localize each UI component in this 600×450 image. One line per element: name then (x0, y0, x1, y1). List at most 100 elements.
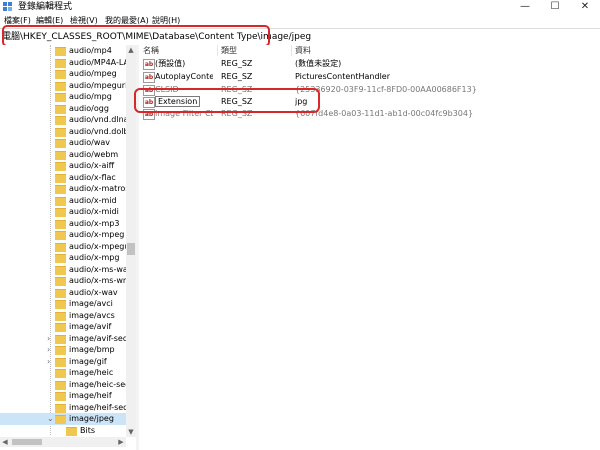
tree-item-label: image/avif (69, 322, 112, 331)
tree-item-label: audio/vnd.dlna (69, 115, 129, 124)
folder-icon (55, 162, 66, 171)
tree-item-audio-x-mpg[interactable]: audio/x-mpg (0, 252, 126, 264)
column-divider[interactable] (217, 45, 218, 56)
tree-item-label: image/heic (69, 368, 114, 377)
tree-item-audio-mpeg[interactable]: audio/mpeg (0, 68, 126, 80)
tree-item-audio-x-ms-wax[interactable]: audio/x-ms-wa (0, 264, 128, 276)
folder-icon (55, 334, 66, 344)
tree-item-audio-x-matroska[interactable]: audio/x-matros (0, 183, 130, 195)
scroll-left-arrow-icon[interactable]: ◀ (0, 437, 10, 447)
folder-icon (55, 196, 66, 206)
folder-icon (55, 173, 66, 183)
folder-icon (55, 415, 66, 424)
minimize-button[interactable]: — (510, 0, 540, 14)
tree-item-label: audio/x-ms-wa (69, 264, 128, 274)
folder-icon (55, 242, 66, 252)
tree-horizontal-scrollbar[interactable]: ◀ ▶ (0, 437, 126, 447)
tree-item-label: audio/x-flac (69, 172, 116, 182)
tree-item-label: audio/x-mpeg (69, 230, 125, 239)
tree-item-label: audio/mpg (69, 92, 112, 101)
tree-item-audio-wav[interactable]: audio/wav (0, 137, 126, 149)
tree-item-image-avcs[interactable]: image/avcs (0, 310, 126, 322)
tree-item-image-avci[interactable]: image/avci (0, 298, 126, 310)
expand-chevron-icon[interactable]: › (47, 344, 50, 356)
tree-item-label: audio/x-mpegu (69, 241, 130, 251)
tree-item-image-heic[interactable]: image/heic (0, 367, 126, 379)
registry-editor-icon (3, 2, 12, 11)
tree-item-audio-x-mid[interactable]: audio/x-mid (0, 195, 126, 207)
tree-item-audio-x-mpegurl[interactable]: audio/x-mpegu (0, 241, 130, 253)
folder-icon (55, 47, 66, 56)
column-header-name[interactable]: 名稱 (143, 45, 159, 56)
tree-item-audio-x-flac[interactable]: audio/x-flac (0, 172, 126, 184)
scroll-thumb[interactable] (127, 243, 135, 255)
folder-icon (55, 58, 66, 68)
tree-item-label: audio/x-mpg (69, 253, 120, 262)
value-row-autoplay[interactable]: ab AutoplayConte... REG_SZ PicturesConte… (139, 71, 600, 83)
close-button[interactable]: ✕ (570, 0, 600, 14)
tree-item-label: audio/x-matros (69, 184, 130, 193)
folder-icon (55, 311, 66, 321)
tree-item-audio-mp4a-latm[interactable]: audio/MP4A-LA (0, 57, 129, 69)
tree-item-label: audio/mp4 (69, 46, 112, 55)
tree-item-audio-mpegurl[interactable]: audio/mpegurl (0, 80, 127, 92)
value-name: AutoplayConte... (155, 72, 213, 81)
tree-item-label: image/heic-seq (69, 379, 131, 389)
folder-icon (55, 254, 66, 263)
tree-item-bits[interactable]: Bits (0, 425, 126, 437)
tree-item-label: audio/x-mp3 (69, 218, 120, 228)
scroll-down-arrow-icon[interactable]: ▼ (126, 427, 136, 437)
tree-item-audio-x-mp3[interactable]: audio/x-mp3 (0, 218, 126, 230)
folder-icon (55, 104, 66, 114)
maximize-button[interactable]: ☐ (540, 0, 570, 14)
folder-icon (55, 323, 66, 332)
tree-item-audio-x-mpeg[interactable]: audio/x-mpeg (0, 229, 126, 241)
folder-icon (55, 392, 66, 401)
tree-item-label: image/jpeg (69, 414, 114, 423)
tree-item-image-heif-sequence[interactable]: image/heif-seq (0, 402, 129, 414)
folder-icon (55, 185, 66, 194)
tree-item-image-heif[interactable]: image/heif (0, 390, 126, 402)
scroll-thumb[interactable] (12, 439, 42, 445)
scroll-right-arrow-icon[interactable]: ▶ (116, 437, 126, 447)
column-header-type[interactable]: 類型 (221, 45, 237, 56)
tree-item-image-jpeg[interactable]: ⌄ image/jpeg (0, 413, 126, 425)
registry-key-tree: audio/mp4 audio/MP4A-LA audio/mpeg audio… (0, 45, 136, 450)
address-highlight-annotation (2, 25, 270, 47)
folder-icon (55, 357, 66, 367)
tree-item-audio-x-aiff[interactable]: audio/x-aiff (0, 160, 126, 172)
tree-item-audio-ogg[interactable]: audio/ogg (0, 103, 126, 115)
value-data: {607fd4e8-0a03-11d1-ab1d-00c04fc9b304} (295, 109, 474, 118)
tree-item-image-avif[interactable]: image/avif (0, 321, 126, 333)
collapse-chevron-icon[interactable]: ⌄ (47, 413, 54, 425)
column-divider[interactable] (291, 45, 292, 56)
tree-item-audio-mpg[interactable]: audio/mpg (0, 91, 126, 103)
tree-item-audio-x-midi[interactable]: audio/x-midi (0, 206, 126, 218)
tree-item-image-gif[interactable]: › image/gif (0, 356, 126, 368)
value-row-default[interactable]: ab (預設值) REG_SZ (數值未設定) (139, 58, 600, 70)
tree-item-label: audio/ogg (69, 103, 109, 113)
folder-icon (55, 277, 66, 286)
folder-icon (55, 208, 66, 217)
window-title: 登錄編輯程式 (18, 2, 73, 12)
tree-item-audio-vnd-dolby[interactable]: audio/vnd.dolb (0, 126, 129, 138)
folder-icon (55, 288, 66, 298)
expand-chevron-icon[interactable]: › (47, 356, 50, 368)
tree-item-label: image/avif-seq (69, 333, 128, 343)
column-header-data[interactable]: 資料 (295, 45, 311, 56)
value-type: REG_SZ (221, 59, 253, 68)
tree-item-image-avif-sequence[interactable]: › image/avif-seq (0, 333, 128, 345)
tree-item-label: image/heif (69, 391, 112, 400)
tree-item-audio-mp4[interactable]: audio/mp4 (0, 45, 126, 57)
tree-item-audio-x-ms-wma[interactable]: audio/x-ms-wm (0, 275, 131, 287)
tree-item-image-heic-sequence[interactable]: image/heic-seq (0, 379, 130, 391)
tree-item-audio-webm[interactable]: audio/webm (0, 149, 126, 161)
tree-item-audio-x-wav[interactable]: audio/x-wav (0, 287, 126, 299)
tree-item-audio-vnd-dlna[interactable]: audio/vnd.dlna (0, 114, 129, 126)
string-value-icon: ab (143, 72, 155, 83)
scroll-up-arrow-icon[interactable]: ▲ (126, 45, 136, 55)
tree-item-label: Bits (80, 425, 96, 435)
expand-chevron-icon[interactable]: › (47, 333, 50, 345)
tree-item-image-bmp[interactable]: › image/bmp (0, 344, 126, 356)
tree-item-label: image/heif-seq (69, 402, 129, 412)
